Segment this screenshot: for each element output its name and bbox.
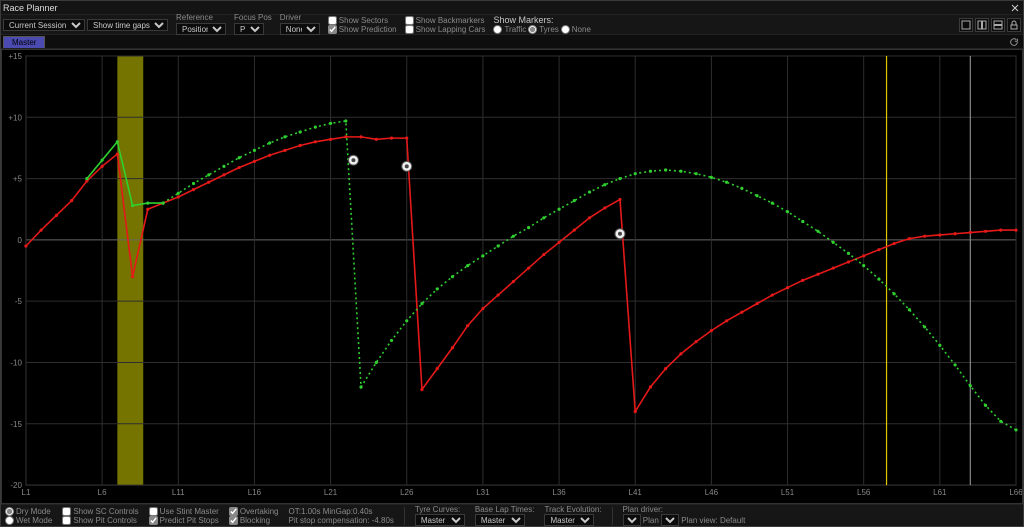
layout-3-icon[interactable] (991, 18, 1005, 32)
tyre-curves-label: Tyre Curves: (415, 505, 465, 514)
show-sectors-checkbox[interactable]: Show Sectors (328, 16, 397, 25)
blocking-checkbox[interactable]: Blocking (229, 516, 279, 525)
bottom-panel: Dry Mode Wet Mode Show SC Controls Show … (1, 504, 1023, 526)
dry-mode-radio[interactable]: Dry Mode (5, 507, 52, 516)
svg-text:L66: L66 (1009, 488, 1022, 497)
svg-text:L41: L41 (629, 488, 643, 497)
toolbar: Current Session Show time gaps Reference… (1, 15, 1023, 35)
svg-text:-5: -5 (15, 297, 23, 306)
track-evo-label: Track Evolution: (544, 505, 601, 514)
tyre-curves-select[interactable]: Master (415, 514, 465, 526)
svg-text:L31: L31 (476, 488, 490, 497)
predict-pit-stops-checkbox[interactable]: Predict Pit Stops (149, 516, 219, 525)
svg-text:L61: L61 (933, 488, 947, 497)
svg-text:+10: +10 (8, 113, 22, 122)
base-lap-label: Base Lap Times: (475, 505, 535, 514)
window-frame: Race Planner Current Session Show time g… (0, 0, 1024, 527)
show-prediction-checkbox[interactable]: Show Prediction (328, 25, 397, 34)
svg-text:-10: -10 (10, 358, 22, 367)
svg-text:L1: L1 (22, 488, 31, 497)
marker-tyres-radio[interactable]: Tyres (528, 25, 559, 34)
layout-2-icon[interactable] (975, 18, 989, 32)
overtaking-checkbox[interactable]: Overtaking (229, 507, 279, 516)
svg-text:L11: L11 (172, 488, 185, 497)
plan-label: Plan (643, 516, 659, 525)
svg-text:L36: L36 (552, 488, 566, 497)
use-stint-master-checkbox[interactable]: Use Stint Master (149, 507, 219, 516)
driver-label: Driver (280, 14, 320, 22)
divider (612, 507, 613, 525)
svg-text:L16: L16 (248, 488, 262, 497)
marker-traffic-radio[interactable]: Traffic (493, 25, 526, 34)
focus-pos-label: Focus Pos (234, 14, 272, 22)
svg-text:L46: L46 (705, 488, 719, 497)
session-select[interactable]: Current Session (3, 19, 85, 31)
plan-view-label: Plan view: Default (681, 516, 745, 525)
base-lap-select[interactable]: Master (475, 514, 525, 526)
reference-select[interactable]: Position (176, 23, 226, 35)
show-backmarkers-checkbox[interactable]: Show Backmarkers (405, 16, 486, 25)
refresh-icon[interactable] (1007, 35, 1021, 49)
titlebar: Race Planner (1, 1, 1023, 15)
show-markers-label: Show Markers: (493, 15, 590, 25)
lock-icon[interactable] (1007, 18, 1021, 32)
svg-text:0: 0 (18, 236, 23, 245)
reference-label: Reference (176, 14, 226, 22)
svg-text:-15: -15 (10, 420, 22, 429)
wet-mode-radio[interactable]: Wet Mode (5, 516, 52, 525)
svg-text:L21: L21 (324, 488, 338, 497)
svg-text:L6: L6 (98, 488, 107, 497)
show-lapping-checkbox[interactable]: Show Lapping Cars (405, 25, 486, 34)
plan-driver-label: Plan driver: (623, 505, 746, 514)
svg-text:+15: +15 (8, 52, 22, 61)
chart-area[interactable]: -20-15-10-50+5+10+15L1L6L11L16L21L26L31L… (1, 49, 1023, 504)
view-mode-select[interactable]: Show time gaps (87, 19, 168, 31)
close-icon[interactable] (1009, 2, 1021, 14)
svg-text:+5: +5 (13, 175, 23, 184)
layout-1-icon[interactable] (959, 18, 973, 32)
show-sc-controls-checkbox[interactable]: Show SC Controls (62, 507, 138, 516)
window-title: Race Planner (3, 3, 58, 13)
focus-pos-select[interactable]: P1 (234, 23, 264, 35)
marker-none-radio[interactable]: None (561, 25, 591, 34)
svg-text:L56: L56 (857, 488, 871, 497)
divider (404, 507, 405, 525)
plan-driver-select[interactable] (623, 514, 641, 526)
tabs-bar: Master (1, 35, 1023, 49)
tab-master[interactable]: Master (3, 36, 45, 48)
pit-comp-label: Pit stop compensation: -4.80s (289, 516, 394, 525)
plan-select[interactable] (661, 514, 679, 526)
svg-text:L26: L26 (400, 488, 414, 497)
driver-select[interactable]: None (280, 23, 320, 35)
show-pit-controls-checkbox[interactable]: Show Pit Controls (62, 516, 138, 525)
svg-text:L51: L51 (781, 488, 795, 497)
track-evo-select[interactable]: Master (544, 514, 594, 526)
ot-info-label: OT:1.00s MinGap:0.40s (289, 507, 394, 516)
